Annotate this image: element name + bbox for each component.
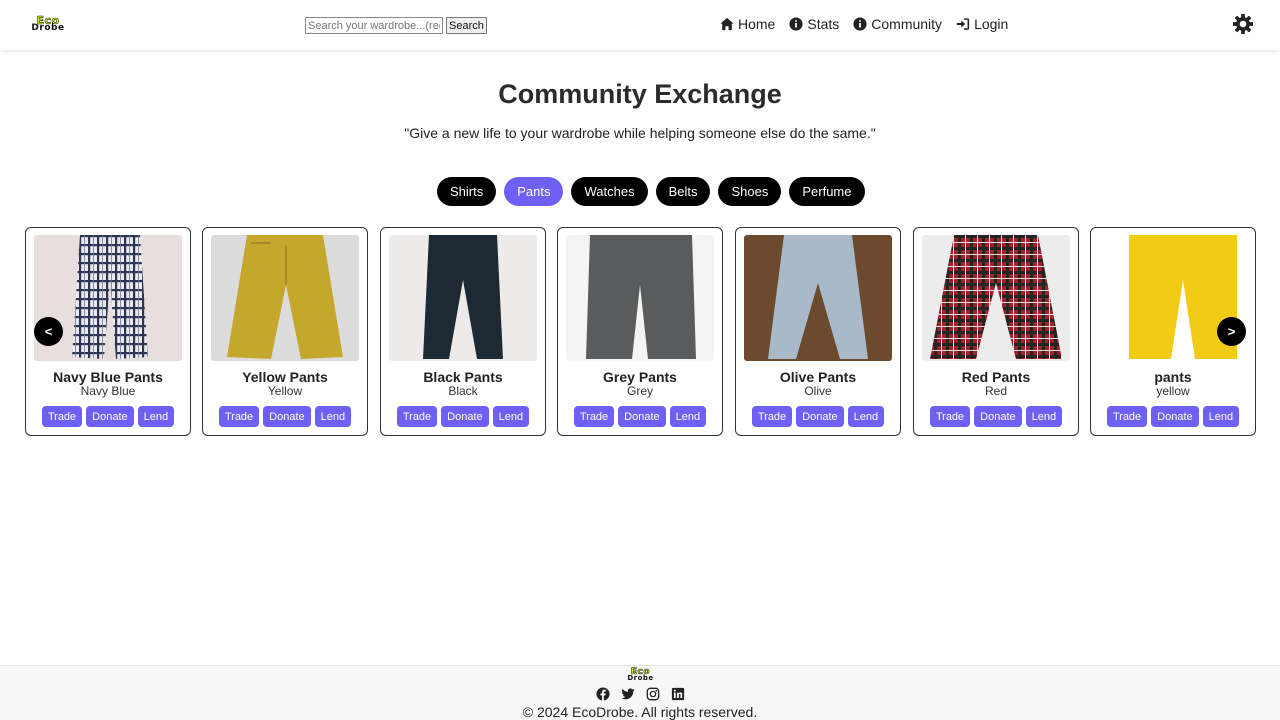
item-card[interactable]: Red Pants Red Trade Donate Lend [913, 227, 1079, 436]
category-pill-watches[interactable]: Watches [571, 177, 648, 206]
item-color: Grey [626, 384, 653, 398]
item-name: Black Pants [423, 369, 503, 385]
linkedin-icon[interactable] [671, 687, 685, 701]
item-actions: Trade Donate Lend [1091, 406, 1255, 427]
nav-community-link[interactable]: Community [853, 16, 942, 32]
item-card[interactable]: Olive Pants Olive Trade Donate Lend [735, 227, 901, 436]
item-image [389, 235, 537, 361]
logo-line-2: Drobe [31, 23, 65, 34]
category-pill-shoes[interactable]: Shoes [718, 177, 782, 206]
trade-button[interactable]: Trade [396, 406, 438, 427]
item-actions: Trade Donate Lend [381, 406, 545, 427]
category-pill-shirts[interactable]: Shirts [437, 177, 497, 206]
donate-button[interactable]: Donate [263, 406, 311, 427]
item-color: yellow [1156, 384, 1190, 398]
item-actions: Trade Donate Lend [26, 406, 190, 427]
item-color: Red [984, 384, 1007, 398]
item-card[interactable]: Grey Pants Grey Trade Donate Lend [557, 227, 723, 436]
item-name: Yellow Pants [242, 369, 328, 385]
item-actions: Trade Donate Lend [558, 406, 722, 427]
item-color: Black [448, 384, 478, 398]
item-image [566, 235, 714, 361]
carousel-prev-button[interactable]: < [34, 317, 63, 346]
item-color: Olive [804, 384, 832, 398]
home-icon [720, 17, 734, 31]
lend-button[interactable]: Lend [669, 406, 707, 427]
carousel-next-button[interactable]: > [1217, 317, 1246, 346]
ecodrobe-logo[interactable]: Eco Drobe [27, 15, 69, 34]
search-form: Search [305, 17, 487, 34]
search-input[interactable] [305, 17, 443, 34]
lend-button[interactable]: Lend [847, 406, 885, 427]
item-actions: Trade Donate Lend [203, 406, 367, 427]
trade-button[interactable]: Trade [1106, 406, 1148, 427]
item-name: Olive Pants [779, 369, 857, 385]
nav-home-label: Home [738, 16, 776, 32]
donate-button[interactable]: Donate [441, 406, 489, 427]
donate-button[interactable]: Donate [86, 406, 134, 427]
nav-links: Home Stats Community Login [720, 16, 1008, 32]
nav-login-link[interactable]: Login [956, 16, 1008, 32]
settings-gear-icon[interactable] [1232, 13, 1254, 35]
copyright-text: © 2024 EcoDrobe. All rights reserved. [522, 704, 758, 720]
facebook-icon[interactable] [596, 687, 610, 701]
nav-login-label: Login [974, 16, 1009, 32]
item-name: pants [1154, 369, 1192, 385]
donate-button[interactable]: Donate [974, 406, 1022, 427]
nav-stats-label: Stats [807, 16, 840, 32]
logo-line-2: Drobe [627, 673, 654, 682]
social-links [596, 687, 685, 701]
lend-button[interactable]: Lend [314, 406, 352, 427]
instagram-icon[interactable] [646, 687, 660, 701]
category-filter: Shirts Pants Watches Belts Shoes Perfume [437, 177, 865, 206]
category-pill-belts[interactable]: Belts [655, 177, 711, 206]
donate-button[interactable]: Donate [618, 406, 666, 427]
footer-logo: Eco Drobe [620, 667, 661, 682]
login-icon [956, 18, 970, 30]
info-circle-icon [789, 17, 803, 31]
trade-button[interactable]: Trade [929, 406, 971, 427]
lend-button[interactable]: Lend [137, 406, 175, 427]
search-button[interactable]: Search [446, 17, 487, 34]
donate-button[interactable]: Donate [796, 406, 844, 427]
donate-button[interactable]: Donate [1151, 406, 1199, 427]
item-carousel: Navy Blue Pants Navy Blue Trade Donate L… [25, 227, 1256, 436]
page-quote: "Give a new life to your wardrobe while … [404, 125, 876, 141]
nav-home-link[interactable]: Home [720, 16, 775, 32]
lend-button[interactable]: Lend [1025, 406, 1063, 427]
trade-button[interactable]: Trade [218, 406, 260, 427]
item-actions: Trade Donate Lend [914, 406, 1078, 427]
trade-button[interactable]: Trade [41, 406, 83, 427]
item-card[interactable]: Black Pants Black Trade Donate Lend [380, 227, 546, 436]
trade-button[interactable]: Trade [573, 406, 615, 427]
item-image [211, 235, 359, 361]
item-image [744, 235, 892, 361]
nav-stats-link[interactable]: Stats [789, 16, 839, 32]
trade-button[interactable]: Trade [751, 406, 793, 427]
item-name: Red Pants [961, 369, 1031, 385]
lend-button[interactable]: Lend [1202, 406, 1240, 427]
item-color: Yellow [267, 384, 303, 398]
lend-button[interactable]: Lend [492, 406, 530, 427]
item-name: Grey Pants [603, 369, 677, 385]
info-circle-icon [853, 17, 867, 31]
page-title: Community Exchange [498, 79, 782, 109]
nav-community-label: Community [871, 16, 943, 32]
item-image [922, 235, 1070, 361]
item-card[interactable]: Yellow Pants Yellow Trade Donate Lend [202, 227, 368, 436]
item-actions: Trade Donate Lend [736, 406, 900, 427]
category-pill-perfume[interactable]: Perfume [789, 177, 865, 206]
top-navbar: Eco Drobe Search Home Stats Community Lo… [0, 0, 1280, 50]
item-color: Navy Blue [80, 384, 136, 398]
footer: Eco Drobe © 2024 EcoDrobe. All rights re… [0, 665, 1280, 720]
item-name: Navy Blue Pants [53, 369, 163, 385]
twitter-icon[interactable] [621, 687, 635, 701]
category-pill-pants[interactable]: Pants [504, 177, 564, 206]
